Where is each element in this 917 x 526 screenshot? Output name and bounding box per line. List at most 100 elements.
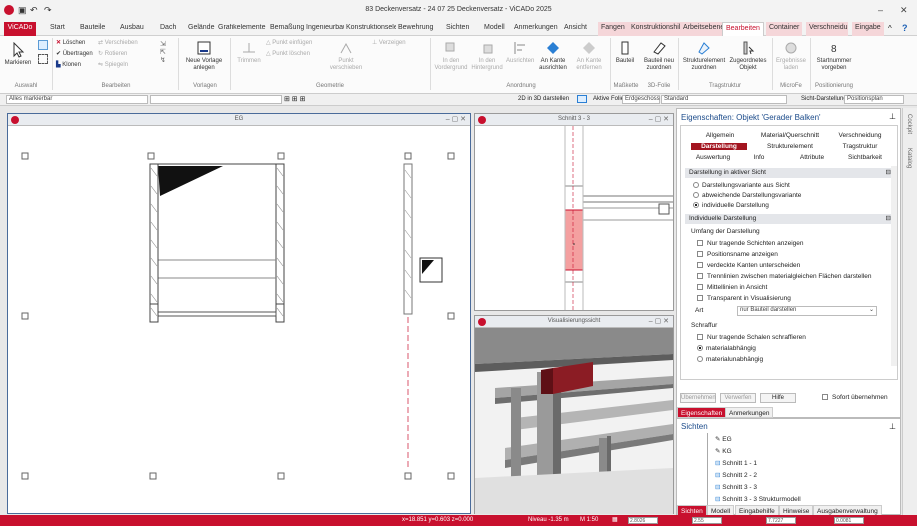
tree-item-eg[interactable]: ✎ EG (715, 435, 732, 443)
status-field-2[interactable]: 2.55 (692, 517, 722, 524)
tab-allgemein[interactable]: Allgemein (685, 132, 755, 139)
punkt-loeschen-button[interactable]: △ Punkt löschen (266, 51, 310, 58)
view-schnitt[interactable]: Schnitt 3 - 3 – ▢ ✕ (474, 113, 674, 311)
status-field-4[interactable]: 0.0081 (834, 517, 864, 524)
section-drawing[interactable] (475, 126, 673, 310)
window-controls-icon[interactable]: – ▢ ✕ (649, 114, 669, 125)
verschieben-button[interactable]: ⇄ Verschieben (98, 40, 138, 47)
verzeigen-button[interactable]: ⊥ Verzeigen (372, 40, 406, 47)
tab-material-querschnitt[interactable]: Material/Querschnitt (755, 132, 825, 139)
tab-eingabe[interactable]: Eingabe (852, 22, 884, 36)
check-trennlinien[interactable]: Trennlinien zwischen materialgleichen Fl… (697, 273, 872, 280)
close-button[interactable]: ✕ (900, 5, 908, 16)
tab-darstellung[interactable]: Darstellung (691, 143, 747, 150)
binocular-icons[interactable]: ⊞ ⊞ ⊞ (284, 95, 306, 103)
tab-container[interactable]: Container (766, 22, 803, 36)
tab-konstruktionselemente[interactable]: Konstruktionselemente (346, 24, 396, 31)
tab-anmerkungen[interactable]: Anmerkungen (514, 24, 558, 31)
neue-vorlage-button[interactable]: Neue Vorlage anlegen (183, 40, 225, 72)
check-nur-tragende-schichten[interactable]: Nur tragende Schichten anzeigen (697, 240, 803, 247)
check-sofort-uebernehmen[interactable]: Sofort übernehmen (822, 394, 888, 401)
radio-materialunabhaengig[interactable]: materialunabhängig (697, 356, 763, 363)
tab-grafikelemente[interactable]: Grafikelemente (218, 24, 266, 31)
folder-select[interactable]: Erdgeschoss (622, 95, 660, 104)
section-individuelle-darstellung[interactable]: Individuelle Darstellung ⊟ (685, 214, 895, 224)
bauteil-button[interactable]: Bauteil (614, 40, 636, 65)
punkt-einfuegen-button[interactable]: △ Punkt einfügen (266, 40, 312, 47)
tab-verschneidung[interactable]: Verschneidung (825, 132, 895, 139)
tab-ingenieurbau[interactable]: Ingenieurbau (306, 24, 344, 31)
window-controls-icon[interactable]: – ▢ ✕ (446, 114, 466, 125)
tab-arbeitsebene[interactable]: Arbeitsebene (680, 22, 728, 36)
minimize-button[interactable]: – (878, 5, 883, 15)
tab-attribute[interactable]: Attribute (787, 154, 837, 161)
status-field-3[interactable]: 7.7227 (766, 517, 796, 524)
uebertragen-button[interactable]: ✔ Übertragen (56, 51, 93, 58)
radio-materialabhaengig[interactable]: materialabhängig (697, 345, 756, 352)
tree-item-schnitt-2[interactable]: ⊟ Schnitt 2 - 2 (715, 471, 757, 479)
filter-select[interactable]: Alles markierbar (6, 95, 148, 104)
tab-ausbau[interactable]: Ausbau (120, 24, 144, 31)
tab-konstruktionshilfen[interactable]: Konstruktionshilfen (628, 22, 680, 36)
floor-plan[interactable] (8, 126, 470, 514)
hilfe-button[interactable]: Hilfe (760, 393, 796, 403)
tree-item-schnitt-3-struktur[interactable]: ⊟ Schnitt 3 - 3 Strukturmodell (715, 495, 801, 503)
art-select[interactable]: nur Bauteil darstellen ⌄ (737, 306, 877, 316)
tab-cockpit[interactable]: Cockpit (906, 114, 912, 134)
tab-bemassung[interactable]: Bemaßung (270, 24, 304, 31)
uebernehmen-button[interactable]: Übernehmen (680, 393, 716, 403)
ausrichten-button[interactable]: Ausrichten (506, 40, 534, 65)
radio-darstellungsvariante[interactable]: Darstellungsvariante aus Sicht (693, 182, 790, 189)
tab-bauteile[interactable]: Bauteile (80, 24, 105, 31)
pin-icon[interactable]: ⊥ (889, 422, 896, 431)
tab-strukturelement[interactable]: Strukturelement (755, 143, 825, 150)
tab-eigenschaften[interactable]: Eigenschaften (677, 407, 727, 418)
loeschen-button[interactable]: ✕ Löschen (56, 40, 85, 47)
an-kante-entfernen-button[interactable]: An Kante entfernen (572, 40, 606, 72)
layer-select[interactable] (150, 95, 282, 104)
tab-anmerkungen-panel[interactable]: Anmerkungen (725, 407, 774, 418)
check-positionsname[interactable]: Positionsname anzeigen (697, 251, 778, 258)
tab-sichtbarkeit[interactable]: Sichtbarkeit (835, 154, 895, 161)
tab-katalog[interactable]: Katalog (906, 148, 912, 168)
tree-item-schnitt-1[interactable]: ⊟ Schnitt 1 - 1 (715, 459, 757, 467)
collapse-ribbon-icon[interactable]: ^ (888, 24, 892, 33)
an-kante-ausrichten-button[interactable]: An Kante ausrichten (536, 40, 570, 72)
strukturelement-zuordnen-button[interactable]: Strukturelement zuordnen (682, 40, 726, 72)
show-2d-in-3d-label[interactable]: 2D in 3D darstellen (518, 96, 569, 102)
zugeordnetes-objekt-button[interactable]: Zugeordnetes Objekt (728, 40, 768, 72)
check-verdeckte-kanten[interactable]: verdeckte Kanten unterscheiden (697, 262, 800, 269)
select-mode-icon[interactable] (38, 40, 48, 50)
check-transparent[interactable]: Transparent in Visualisierung (697, 295, 791, 302)
tab-ansicht[interactable]: Ansicht (564, 24, 587, 31)
tab-fangen[interactable]: Fangen (598, 22, 628, 36)
ergebnisse-laden-button[interactable]: Ergebnisse laden (776, 40, 806, 72)
status-field-1[interactable]: 2.8026 (628, 517, 658, 524)
verwerfen-button[interactable]: Verwerfen (720, 393, 756, 403)
rotieren-button[interactable]: ↻ Rotieren (98, 51, 127, 58)
hintergrund-button[interactable]: In den Hintergrund (470, 40, 504, 72)
tree-item-kg[interactable]: ✎ KG (715, 447, 732, 455)
window-controls-icon[interactable]: – ▢ ✕ (649, 316, 669, 327)
tab-vicado[interactable]: ViCADo (4, 22, 36, 36)
tab-info[interactable]: Info (739, 154, 779, 161)
klonen-button[interactable]: ▙ Klonen (56, 62, 81, 69)
tab-dach[interactable]: Dach (160, 24, 176, 31)
select-window-icon[interactable] (38, 54, 48, 64)
3d-visualization[interactable] (475, 328, 673, 514)
vordergrund-button[interactable]: In den Vordergrund (434, 40, 468, 72)
view-eg[interactable]: EG – ▢ ✕ (7, 113, 471, 514)
grid-icon[interactable]: ▦ (612, 515, 618, 526)
tab-modell[interactable]: Modell (484, 24, 505, 31)
tab-bearbeiten[interactable]: Bearbeiten (722, 22, 764, 36)
tab-verschneidung[interactable]: Verschneidung (806, 22, 848, 36)
tab-gelaende[interactable]: Gelände (188, 24, 214, 31)
help-icon[interactable]: ? (902, 23, 908, 33)
punkt-verschieben-button[interactable]: Punkt verschieben (326, 40, 366, 72)
tab-start[interactable]: Start (50, 24, 65, 31)
radio-abweichende[interactable]: abweichende Darstellungsvariante (693, 192, 801, 199)
radio-individuelle[interactable]: individuelle Darstellung (693, 202, 769, 209)
sicht-select[interactable]: Positionsplan (844, 95, 904, 104)
tab-sichten[interactable]: Sichten (446, 24, 469, 31)
bauteil-neu-zuordnen-button[interactable]: Bauteil neu zuordnen (642, 40, 676, 72)
